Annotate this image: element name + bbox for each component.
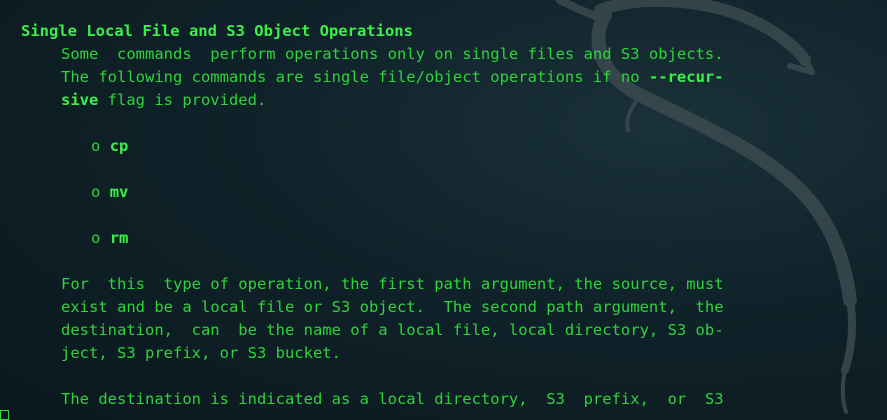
paragraph-3-line-1: The destination is indicated as a local … — [61, 390, 724, 408]
command-mv: mv — [109, 183, 129, 201]
intro-line-3-text: flag is provided. — [98, 91, 267, 109]
bullet-item-cp: o cp — [91, 135, 128, 158]
intro-line-3: sive flag is provided. — [61, 89, 266, 112]
recursive-flag-part1: --recur- — [648, 68, 724, 86]
bullet-marker: o — [91, 137, 101, 155]
paragraph-2-line-1: For this type of operation, the first pa… — [61, 275, 724, 293]
paragraph-2-line-3: destination, can be the name of a local … — [61, 321, 724, 339]
intro-line-2-text: The following commands are single file/o… — [61, 68, 649, 86]
bullet-item-rm: o rm — [91, 227, 128, 250]
command-rm: rm — [109, 229, 129, 247]
intro-line-1: Some commands perform operations only on… — [61, 45, 724, 63]
bullet-marker: o — [91, 229, 101, 247]
section-heading: Single Local File and S3 Object Operatio… — [21, 22, 413, 40]
intro-line-2: The following commands are single file/o… — [61, 66, 724, 89]
recursive-flag-part2: sive — [61, 91, 99, 109]
paragraph-2-line-4: ject, S3 prefix, or S3 bucket. — [61, 344, 341, 362]
command-cp: cp — [109, 137, 129, 155]
bullet-marker: o — [91, 183, 101, 201]
bullet-item-mv: o mv — [91, 181, 128, 204]
terminal-man-page: Single Local File and S3 Object Operatio… — [0, 0, 887, 420]
paragraph-2-line-2: exist and be a local file or S3 object. … — [61, 298, 724, 316]
